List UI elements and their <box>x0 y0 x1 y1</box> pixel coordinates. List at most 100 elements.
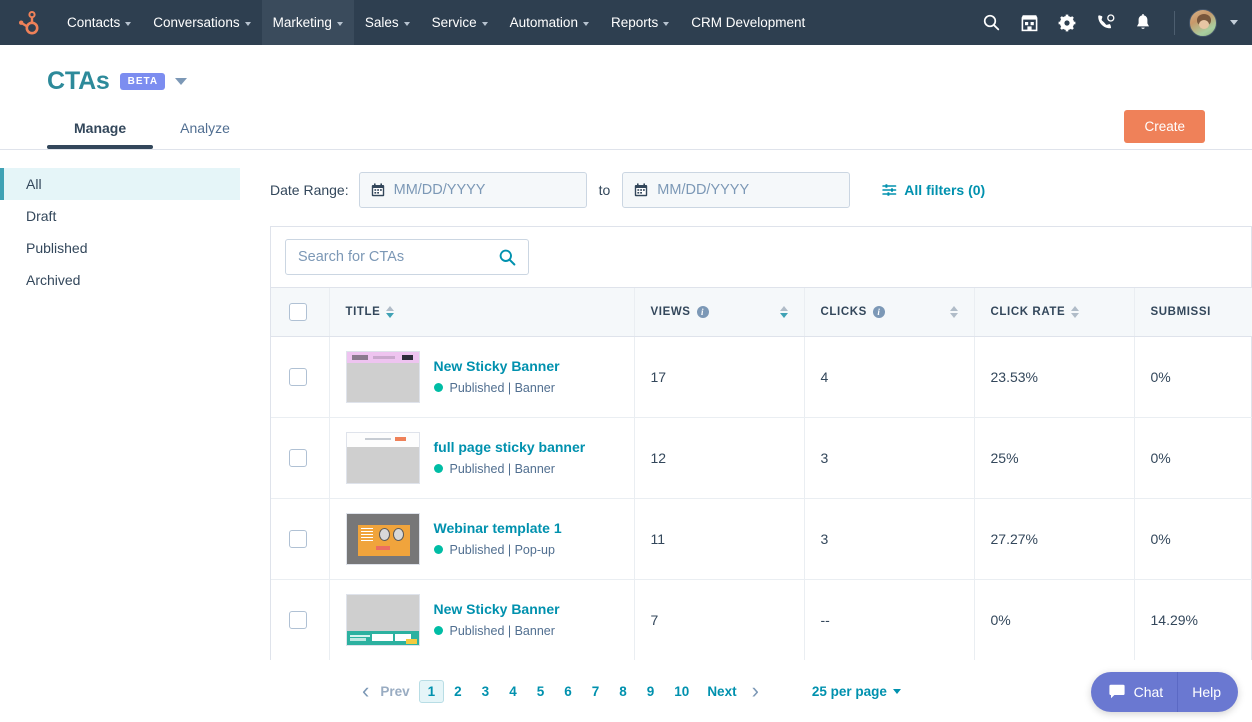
sort-toggle-click-rate[interactable] <box>1071 306 1079 318</box>
row-views-cell: 7 <box>634 579 804 660</box>
column-label: TITLE <box>346 306 381 318</box>
row-checkbox[interactable] <box>289 368 307 386</box>
row-checkbox[interactable] <box>289 530 307 548</box>
pagination-page-10[interactable]: 10 <box>664 680 699 703</box>
sidebar-item-label: Archived <box>26 272 80 288</box>
pagination-page-6[interactable]: 6 <box>554 680 582 703</box>
pagination-page-4[interactable]: 4 <box>499 680 527 703</box>
call-icon[interactable] <box>1088 6 1122 40</box>
cta-status-meta: Published | Banner <box>434 381 560 395</box>
pagination-page-9[interactable]: 9 <box>637 680 665 703</box>
column-header-click-rate[interactable]: CLICK RATE <box>974 288 1134 336</box>
pagination-page-3[interactable]: 3 <box>472 680 500 703</box>
cta-title-link[interactable]: full page sticky banner <box>434 439 586 457</box>
all-filters-label: All filters (0) <box>904 182 985 198</box>
info-icon[interactable]: i <box>697 306 709 318</box>
cta-title-link[interactable]: Webinar template 1 <box>434 520 562 538</box>
page-title-chevron-down-icon[interactable] <box>175 78 187 85</box>
chat-button[interactable]: Chat <box>1091 672 1178 712</box>
column-label: VIEWS <box>651 306 691 318</box>
status-dot-published <box>434 626 443 635</box>
row-checkbox[interactable] <box>289 611 307 629</box>
sort-toggle-title[interactable] <box>386 306 394 318</box>
notifications-bell-icon[interactable] <box>1126 6 1160 40</box>
chat-label: Chat <box>1134 684 1164 700</box>
pagination-prev-arrow-icon[interactable]: ‹ <box>351 680 380 702</box>
column-header-title[interactable]: TITLE <box>329 288 634 336</box>
hubspot-sprocket-logo[interactable] <box>0 0 56 45</box>
sidebar-item-label: All <box>26 176 42 192</box>
marketplace-icon[interactable] <box>1012 6 1046 40</box>
column-label: CLICK RATE <box>991 306 1066 318</box>
nav-divider <box>1174 11 1175 35</box>
nav-item-automation[interactable]: Automation <box>499 0 600 45</box>
sidebar-item-archived[interactable]: Archived <box>0 264 240 296</box>
all-filters-button[interactable]: All filters (0) <box>882 182 985 198</box>
pagination-page-5[interactable]: 5 <box>527 680 555 703</box>
sort-toggle-clicks[interactable] <box>950 306 958 318</box>
tab-label: Manage <box>74 120 126 136</box>
table-row[interactable]: New Sticky Banner Published | Banner 7 -… <box>271 579 1252 660</box>
row-views-cell: 17 <box>634 336 804 417</box>
pagination-page-1[interactable]: 1 <box>419 680 445 703</box>
sidebar-item-label: Published <box>26 240 88 256</box>
page-title: CTAs <box>47 67 110 96</box>
sidebar-item-all[interactable]: All <box>0 168 240 200</box>
pagination-page-8[interactable]: 8 <box>609 680 637 703</box>
table-row[interactable]: New Sticky Banner Published | Banner 17 … <box>271 336 1252 417</box>
cta-title-link[interactable]: New Sticky Banner <box>434 601 560 619</box>
pagination-page-2[interactable]: 2 <box>444 680 472 703</box>
cta-table-card: Search for CTAs TITLE <box>270 226 1252 666</box>
column-header-views[interactable]: VIEWS i <box>634 288 804 336</box>
avatar[interactable] <box>1189 9 1217 37</box>
table-row[interactable]: Webinar template 1 Published | Pop-up 11… <box>271 498 1252 579</box>
search-input[interactable]: Search for CTAs <box>285 239 529 275</box>
status-label: Published | Pop-up <box>450 543 555 557</box>
help-button[interactable]: Help <box>1177 672 1238 712</box>
nav-item-service[interactable]: Service <box>421 0 499 45</box>
per-page-selector[interactable]: 25 per page <box>812 684 901 699</box>
row-checkbox[interactable] <box>289 449 307 467</box>
select-all-checkbox[interactable] <box>289 303 307 321</box>
status-label: Published | Banner <box>450 624 555 638</box>
row-title-cell: full page sticky banner Published | Bann… <box>329 417 634 498</box>
column-label: CLICKS <box>821 306 867 318</box>
tab-analyze[interactable]: Analyze <box>153 110 257 149</box>
date-range-end-placeholder: MM/DD/YYYY <box>657 182 749 198</box>
pagination-page-7[interactable]: 7 <box>582 680 610 703</box>
date-range-end-input[interactable]: MM/DD/YYYY <box>622 172 850 208</box>
sidebar-item-draft[interactable]: Draft <box>0 200 240 232</box>
pagination-next-button[interactable]: Next <box>699 684 740 699</box>
chevron-down-icon <box>404 22 410 26</box>
search-icon[interactable] <box>974 6 1008 40</box>
filter-row: Date Range: MM/DD/YYYY to <box>270 172 1252 208</box>
nav-item-marketing[interactable]: Marketing <box>262 0 354 45</box>
chevron-down-icon <box>893 689 901 694</box>
settings-gear-icon[interactable] <box>1050 6 1084 40</box>
nav-item-conversations[interactable]: Conversations <box>142 0 261 45</box>
cta-status-meta: Published | Banner <box>434 462 586 476</box>
tab-manage[interactable]: Manage <box>47 110 153 149</box>
pagination-prev-button[interactable]: Prev <box>380 684 418 699</box>
main-content: Date Range: MM/DD/YYYY to <box>240 150 1252 666</box>
info-icon[interactable]: i <box>873 306 885 318</box>
sidebar-item-published[interactable]: Published <box>0 232 240 264</box>
nav-item-crm-development[interactable]: CRM Development <box>680 0 816 45</box>
date-range-start-placeholder: MM/DD/YYYY <box>394 182 486 198</box>
nav-item-reports[interactable]: Reports <box>600 0 680 45</box>
column-header-submissions[interactable]: SUBMISSI <box>1134 288 1252 336</box>
date-range-start-input[interactable]: MM/DD/YYYY <box>359 172 587 208</box>
pagination-next-arrow-icon[interactable]: › <box>741 680 770 702</box>
column-header-clicks[interactable]: CLICKS i <box>804 288 974 336</box>
row-click-rate-cell: 23.53% <box>974 336 1134 417</box>
cta-title-link[interactable]: New Sticky Banner <box>434 358 560 376</box>
pagination-footer: ‹ Prev 1 2 3 4 5 6 7 8 9 10 Next › 25 pe… <box>0 660 1252 722</box>
nav-utility-icons <box>974 0 1252 45</box>
nav-item-contacts[interactable]: Contacts <box>56 0 142 45</box>
sort-toggle-views[interactable] <box>780 306 788 318</box>
nav-label: Contacts <box>67 15 120 30</box>
nav-item-sales[interactable]: Sales <box>354 0 421 45</box>
table-row[interactable]: full page sticky banner Published | Bann… <box>271 417 1252 498</box>
nav-label: CRM Development <box>691 15 805 30</box>
account-menu-chevron-down-icon[interactable] <box>1230 20 1238 25</box>
